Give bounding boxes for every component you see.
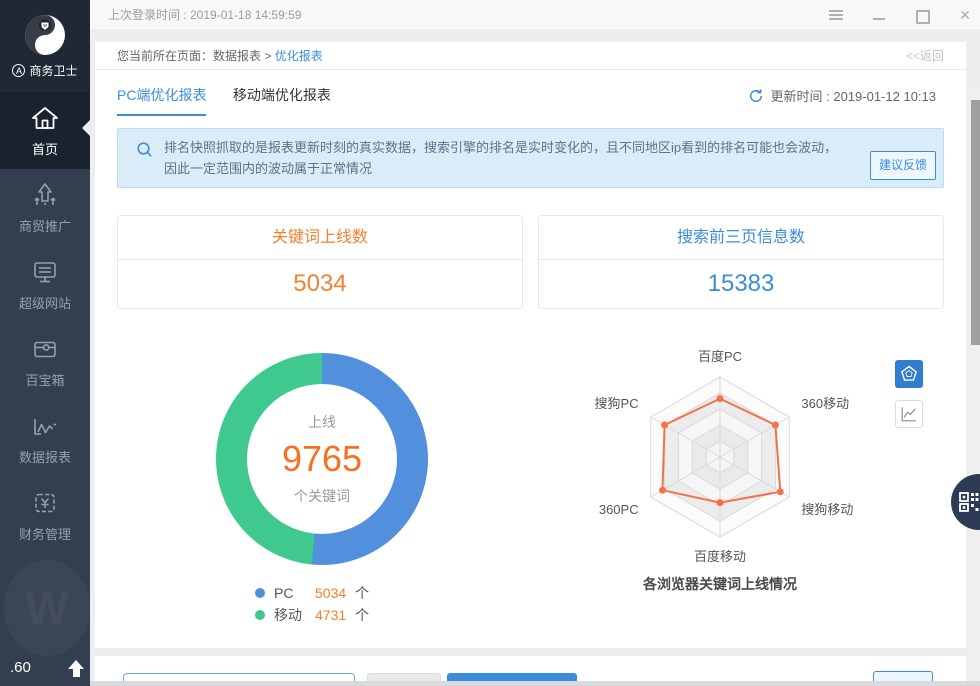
breadcrumb: 您当前所在页面：数据报表 > 优化报表 <<返回 xyxy=(95,42,966,70)
main-panel: 您当前所在页面：数据报表 > 优化报表 <<返回 PC端优化报表 移动端优化报表… xyxy=(95,42,966,648)
stat-card-title: 搜索前三页信息数 xyxy=(539,216,943,260)
feedback-button[interactable]: 建议反馈 xyxy=(870,151,936,180)
sidebar-item-toolbox[interactable]: 百宝箱 xyxy=(0,323,90,400)
radar-chart: 百度PC 360移动搜狗移动百度移动 360PC 搜狗PC xyxy=(570,342,870,572)
sidebar: w A 商务卫士 首页 商贸推广 xyxy=(0,0,90,686)
brand-badge-icon: A xyxy=(12,64,25,77)
back-link[interactable]: <<返回 xyxy=(906,42,944,70)
breadcrumb-section: 数据报表 xyxy=(213,49,261,63)
radar-axis-label: 搜狗移动 xyxy=(801,502,853,517)
sidebar-item-home[interactable]: 首页 xyxy=(0,92,90,169)
sidebar-watermark-logo: W xyxy=(4,560,90,656)
line-chart-icon xyxy=(899,404,919,424)
legend-value: 4731 xyxy=(315,607,346,623)
sidebar-item-promotion[interactable]: 商贸推广 xyxy=(0,169,90,246)
menu-icon[interactable] xyxy=(829,8,843,22)
radar-chart-icon xyxy=(899,364,919,384)
window-bottom-edge xyxy=(90,681,980,686)
active-notch xyxy=(82,120,90,136)
window-controls: × xyxy=(829,0,972,30)
breadcrumb-separator: > xyxy=(261,49,275,63)
sidebar-item-finance[interactable]: 财务管理 xyxy=(0,477,90,554)
last-login-text: 上次登录时间 : 2019-01-18 14:59:59 xyxy=(108,0,301,30)
sidebar-item-website[interactable]: 超级网站 xyxy=(0,246,90,323)
radar-axis-label: 百度PC xyxy=(698,349,742,364)
report-icon xyxy=(30,411,60,441)
sidebar-item-label: 首页 xyxy=(32,139,58,158)
tabs-bar: PC端优化报表 移动端优化报表 更新时间 : 2019-01-12 10:13 xyxy=(95,70,966,114)
update-time: 更新时间 : 2019-01-12 10:13 xyxy=(748,86,936,105)
scrollbar-thumb[interactable] xyxy=(971,100,980,345)
donut-center-value: 9765 xyxy=(282,438,362,480)
legend-unit: 个 xyxy=(355,605,369,625)
radar-axis-label: 搜狗PC xyxy=(595,396,639,411)
line-chart-button[interactable] xyxy=(895,400,923,428)
home-icon xyxy=(30,103,60,133)
sidebar-item-label: 数据报表 xyxy=(19,447,71,466)
chart-type-toggle xyxy=(895,360,923,428)
maximize-icon[interactable] xyxy=(915,8,929,22)
breadcrumb-prefix: 您当前所在页面： xyxy=(117,49,213,63)
donut-center: 上线 9765 个关键词 xyxy=(247,384,397,534)
svg-text:w: w xyxy=(43,23,47,29)
stat-card-top3-info: 搜索前三页信息数 15383 xyxy=(538,215,944,309)
close-icon[interactable]: × xyxy=(958,8,972,22)
donut-center-top-label: 上线 xyxy=(308,412,336,432)
titlebar: 上次登录时间 : 2019-01-18 14:59:59 × xyxy=(90,0,980,30)
sidebar-item-label: 商贸推广 xyxy=(19,216,71,235)
stat-card-keywords-online: 关键词上线数 5034 xyxy=(117,215,523,309)
stat-cards: 关键词上线数 5034 搜索前三页信息数 15383 xyxy=(117,215,944,309)
tab-pc-report[interactable]: PC端优化报表 xyxy=(117,85,206,116)
promotion-icon xyxy=(30,180,60,210)
refresh-icon[interactable] xyxy=(748,88,764,104)
stat-card-title: 关键词上线数 xyxy=(118,216,522,260)
version-label: .60 xyxy=(10,659,31,676)
donut-chart: 上线 9765 个关键词 xyxy=(216,353,428,565)
notice-text: 排名快照抓取的是报表更新时刻的真实数据，搜索引擎的排名是实时变化的，且不同地区i… xyxy=(164,140,837,176)
stat-card-value: 15383 xyxy=(539,260,943,308)
donut-center-bottom-label: 个关键词 xyxy=(294,486,350,506)
legend-name: PC xyxy=(274,585,306,601)
update-time-text: 更新时间 : 2019-01-12 10:13 xyxy=(771,86,936,105)
radar-chart-button[interactable] xyxy=(895,360,923,388)
legend-item-mobile: 移动 4731 个 xyxy=(255,605,369,625)
qr-code-icon xyxy=(958,491,980,513)
sidebar-item-label: 百宝箱 xyxy=(25,370,64,389)
website-icon xyxy=(30,257,60,287)
toolbox-icon xyxy=(30,334,60,364)
upgrade-arrow-icon[interactable] xyxy=(67,660,85,677)
scrollbar-track[interactable] xyxy=(971,90,980,681)
radar-chart-title: 各浏览器关键词上线情况 xyxy=(570,574,870,594)
sidebar-item-label: 财务管理 xyxy=(19,524,71,543)
finance-icon xyxy=(30,488,60,518)
legend-item-pc: PC 5034 个 xyxy=(255,583,369,603)
breadcrumb-current[interactable]: 优化报表 xyxy=(275,49,323,63)
app-logo: w A 商务卫士 xyxy=(0,0,90,92)
notice-banner: 排名快照抓取的是报表更新时刻的真实数据，搜索引擎的排名是实时变化的，且不同地区i… xyxy=(117,128,944,188)
search-icon xyxy=(136,141,153,164)
sidebar-item-label: 超级网站 xyxy=(19,293,71,312)
legend-name: 移动 xyxy=(274,605,306,625)
bottom-panel xyxy=(95,656,966,681)
legend-value: 5034 xyxy=(315,585,346,601)
legend-unit: 个 xyxy=(355,583,369,603)
sidebar-nav: 首页 商贸推广 超级网站 百宝箱 xyxy=(0,92,90,554)
brand-name: 商务卫士 xyxy=(29,62,77,79)
donut-legend: PC 5034 个 移动 4731 个 xyxy=(255,583,369,627)
stat-card-value: 5034 xyxy=(118,260,522,308)
legend-dot-pc xyxy=(255,588,265,598)
radar-axis-label: 360移动 xyxy=(801,396,849,411)
radar-axis-label: 百度移动 xyxy=(694,549,746,564)
sidebar-item-reports[interactable]: 数据报表 xyxy=(0,400,90,477)
tab-mobile-report[interactable]: 移动端优化报表 xyxy=(233,85,331,114)
minimize-icon[interactable] xyxy=(872,8,886,22)
radar-axis-label: 360PC xyxy=(599,502,639,517)
brand-logo-icon: w xyxy=(23,13,67,57)
legend-dot-mobile xyxy=(255,610,265,620)
